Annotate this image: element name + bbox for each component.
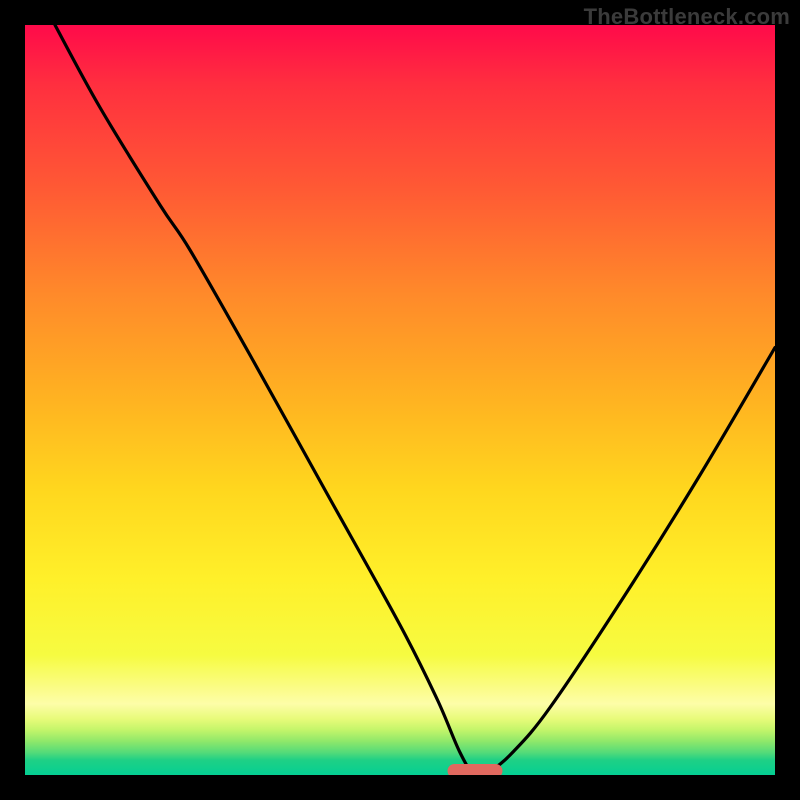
optimum-marker [448, 764, 503, 775]
chart-frame: TheBottleneck.com [0, 0, 800, 800]
plot-area [25, 25, 775, 775]
watermark-text: TheBottleneck.com [584, 4, 790, 30]
curve-layer [25, 25, 775, 775]
bottleneck-curve [55, 25, 775, 775]
